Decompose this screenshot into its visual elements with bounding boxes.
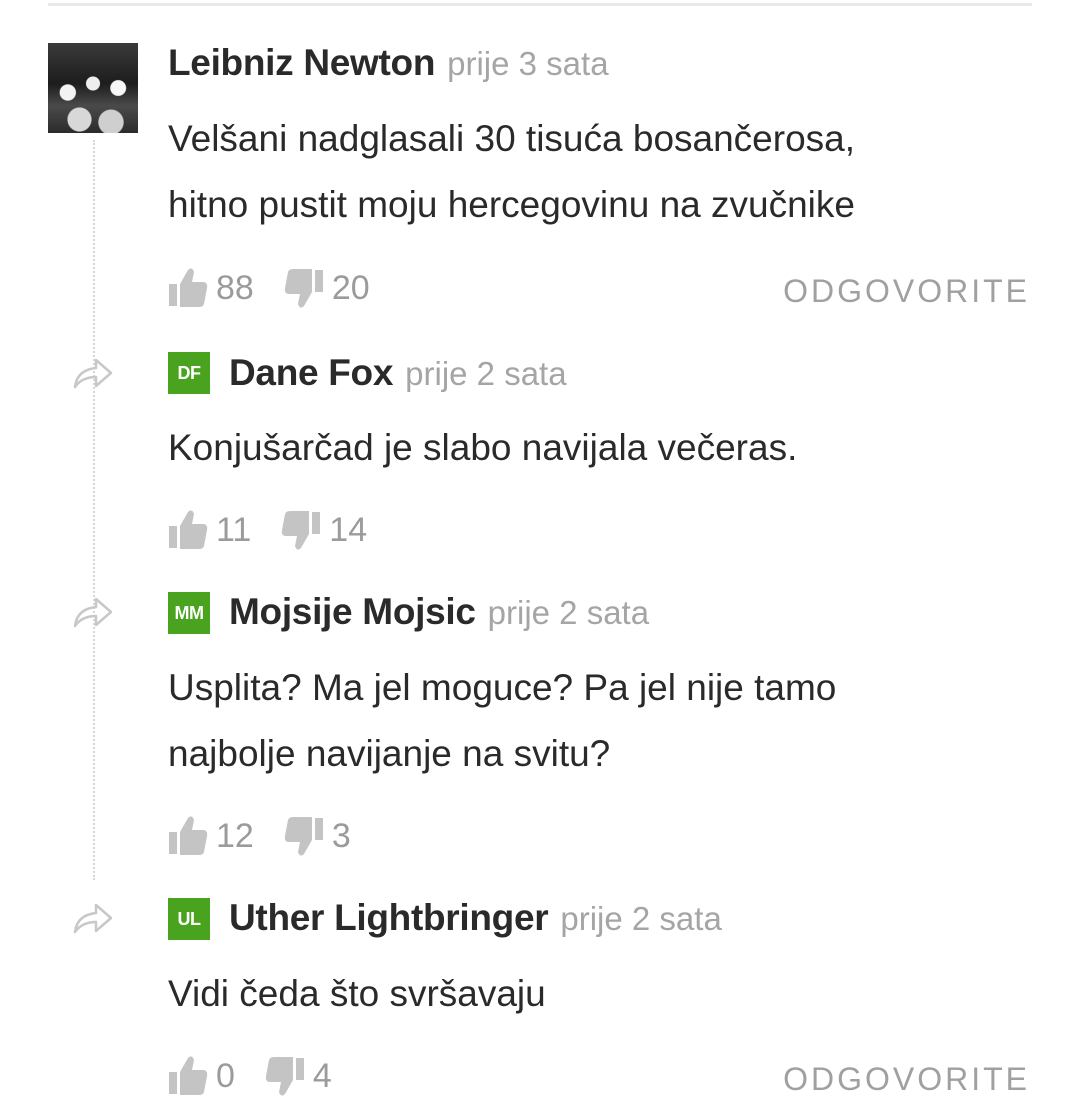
avatar[interactable]: DF (168, 352, 210, 394)
like-count: 88 (216, 268, 254, 307)
vote-bar: 88 20 (168, 266, 400, 310)
author-name[interactable]: Mojsije Mojsic (229, 591, 476, 632)
avatar[interactable] (48, 43, 138, 133)
vote-bar: 0 4 (168, 1054, 362, 1098)
author-name[interactable]: Uther Lightbringer (229, 897, 549, 938)
reply-button[interactable]: ODGOVORITE (783, 1061, 1030, 1098)
comment-meta: Leibniz Newton prije 3 sata (168, 42, 609, 84)
like-count: 0 (216, 1056, 235, 1095)
comment-time: prije 2 sata (405, 355, 567, 392)
vote-bar: 11 14 (168, 508, 397, 552)
share-arrow-icon (73, 597, 113, 628)
thumbs-down-icon[interactable] (281, 508, 321, 552)
avatar[interactable]: MM (168, 592, 210, 634)
thumbs-down-icon[interactable] (265, 1054, 305, 1098)
dislike-count: 4 (312, 1056, 332, 1095)
thumbs-up-icon[interactable] (168, 266, 208, 310)
comment-text-line: hitno pustit moju hercegovinu na zvučnik… (168, 184, 855, 225)
comment-text: Velšani nadglasali 30 tisuća bosančerosa… (168, 106, 1038, 238)
reply-button[interactable]: ODGOVORITE (783, 273, 1030, 310)
comment-time: prije 3 sata (447, 45, 609, 82)
vote-bar: 12 3 (168, 814, 381, 858)
dislike-count: 20 (331, 268, 370, 307)
thumbs-down-icon[interactable] (284, 814, 324, 858)
thumbs-up-icon[interactable] (168, 508, 208, 552)
comment-text: Vidi čeda što svršavaju (168, 961, 1038, 1027)
comment-text: Usplita? Ma jel moguce? Pa jel nije tamo… (168, 655, 1038, 787)
share-arrow-icon (73, 903, 113, 934)
author-name[interactable]: Leibniz Newton (168, 42, 435, 83)
dislike-count: 3 (331, 816, 351, 855)
comment-text-line: Konjušarčad je slabo navijala večeras. (168, 427, 798, 468)
comment-text-line: Velšani nadglasali 30 tisuća bosančerosa… (168, 118, 856, 159)
comment-time: prije 2 sata (487, 594, 650, 631)
like-count: 11 (216, 510, 252, 549)
avatar[interactable]: UL (168, 898, 210, 940)
comment-meta: Dane Fox prije 2 sata (229, 352, 567, 394)
author-name[interactable]: Dane Fox (229, 352, 393, 393)
comment-text-line: najbolje navijanje na svitu? (168, 733, 611, 774)
share-arrow-icon (73, 358, 113, 389)
comment-time: prije 2 sata (560, 900, 722, 937)
thumbs-up-icon[interactable] (168, 814, 208, 858)
comment-text-line: Usplita? Ma jel moguce? Pa jel nije tamo (168, 667, 837, 708)
comment-meta: Uther Lightbringer prije 2 sata (229, 897, 722, 939)
top-divider (48, 3, 1032, 6)
comment-text-line: Vidi čeda što svršavaju (168, 973, 546, 1014)
comment-meta: Mojsije Mojsic prije 2 sata (229, 591, 649, 633)
thumbs-up-icon[interactable] (168, 1054, 208, 1098)
like-count: 12 (216, 816, 254, 855)
thread-line (93, 140, 95, 880)
thumbs-down-icon[interactable] (284, 266, 324, 310)
dislike-count: 14 (329, 510, 368, 549)
comment-text: Konjušarčad je slabo navijala večeras. (168, 415, 1038, 481)
